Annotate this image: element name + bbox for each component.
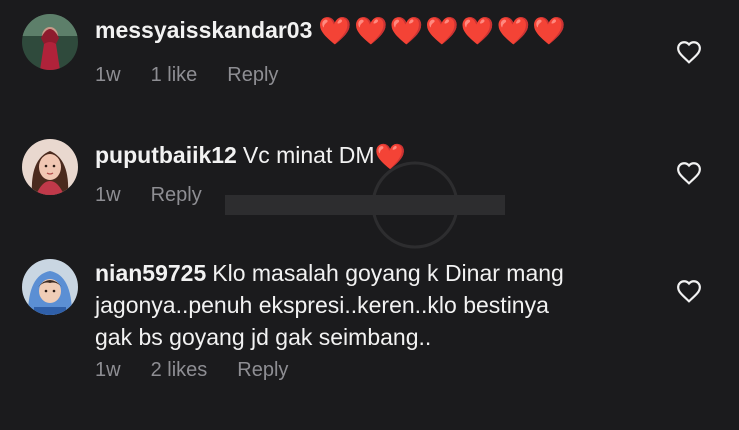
heart-outline-icon[interactable]	[676, 40, 702, 64]
reply-button[interactable]: Reply	[237, 359, 288, 382]
comment-time: 1w	[95, 184, 121, 206]
avatar[interactable]	[22, 259, 78, 315]
heart-outline-icon[interactable]	[676, 161, 702, 185]
avatar[interactable]	[22, 14, 78, 70]
comment-text: Vc minat DM	[242, 142, 375, 168]
likes-count[interactable]: 1 like	[151, 64, 198, 87]
comment-username[interactable]: nian59725	[95, 260, 206, 286]
comment-item: nian59725 Klo masalah goyang k Dinar mang…	[0, 245, 739, 405]
avatar[interactable]	[22, 139, 78, 195]
heart-emoji: ❤️❤️❤️❤️❤️❤️❤️	[318, 16, 568, 47]
comment-username[interactable]: messyaisskandar03	[95, 17, 312, 43]
comment-text-line-1: Klo masalah goyang k Dinar mang	[212, 260, 564, 286]
reply-button[interactable]: Reply	[227, 64, 278, 87]
comment-text-line-3: gak bs goyang jd gak seimbang..	[95, 324, 432, 350]
heart-outline-icon[interactable]	[676, 279, 702, 303]
comment-time: 1w	[95, 64, 121, 86]
comment-item: messyaisskandar03 ❤️❤️❤️❤️❤️❤️❤️ 1w 1 lik…	[0, 0, 739, 105]
comment-time: 1w	[95, 359, 121, 381]
comment-username[interactable]: puputbaiik12	[95, 142, 237, 168]
comment-text-line-2: jagonya..penuh ekspresi..keren..klo best…	[95, 292, 549, 318]
reply-button[interactable]: Reply	[151, 184, 202, 207]
comment-item: puputbaiik12 Vc minat DM❤️ 1w Reply	[0, 125, 739, 225]
likes-count[interactable]: 2 likes	[151, 359, 208, 382]
heart-emoji: ❤️	[374, 142, 406, 171]
